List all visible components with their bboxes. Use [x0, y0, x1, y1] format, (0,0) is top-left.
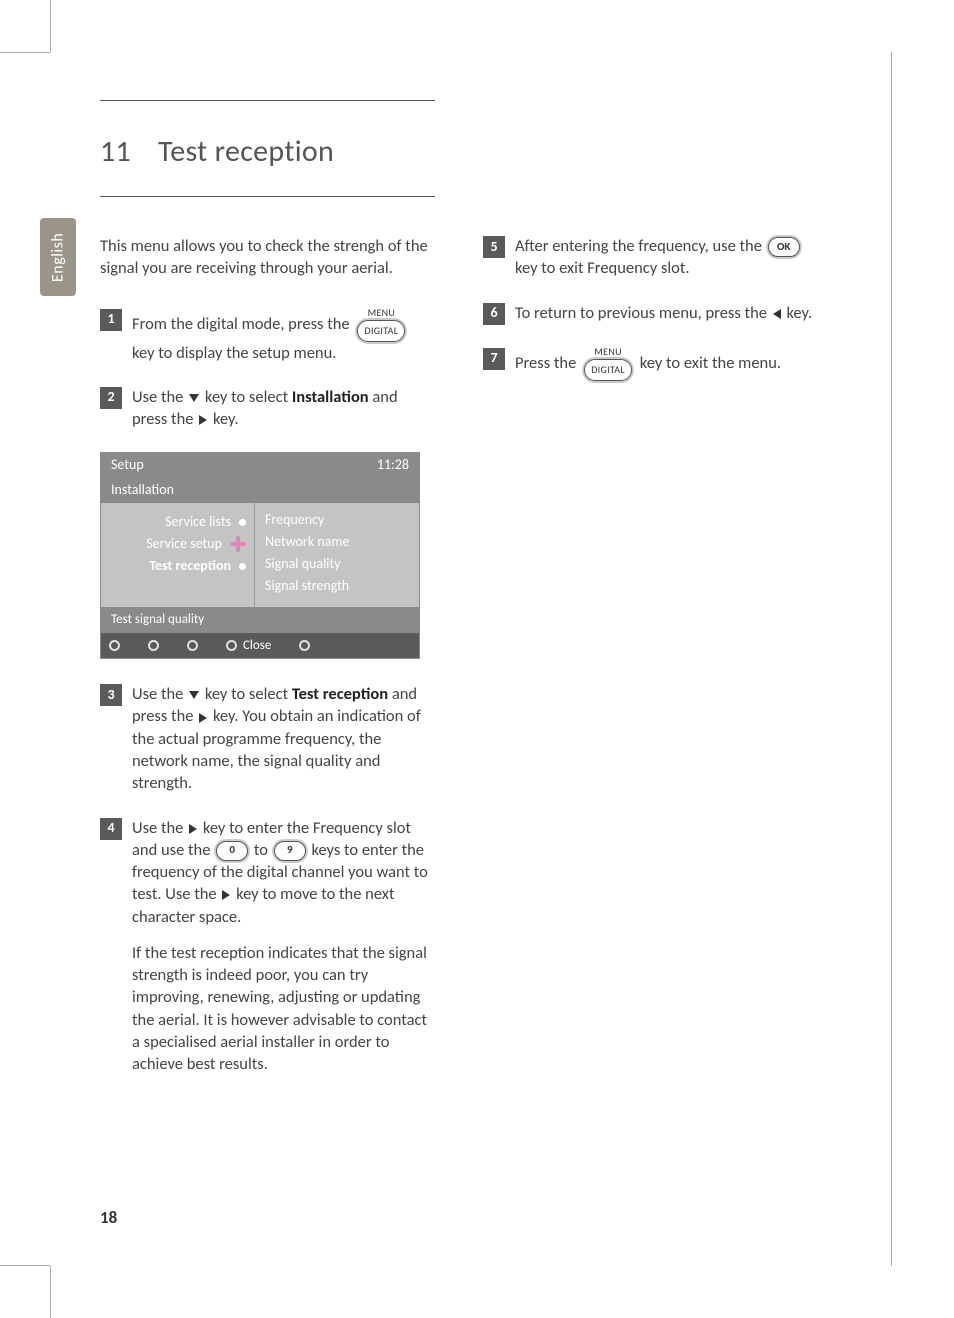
color-button-icon: [187, 640, 198, 651]
osd-right-pane: Frequency Network name Signal quality Si…: [255, 503, 419, 607]
color-button-icon: [226, 640, 237, 651]
step-text: Use the: [132, 684, 183, 704]
osd-time: 11:28: [377, 456, 409, 475]
right-arrow-icon: [199, 415, 207, 425]
number-key-icon: 9: [274, 841, 306, 861]
step-number-icon: 7: [483, 348, 505, 370]
step-number-icon: 3: [100, 684, 122, 706]
osd-field: Frequency: [265, 511, 409, 533]
step-text: key to select: [205, 387, 288, 407]
osd-close-label: Close: [243, 637, 271, 655]
step-number-icon: 4: [100, 818, 122, 840]
step-3: 3 Use the key to select Test reception a…: [100, 683, 435, 794]
intro-text: This menu allows you to check the streng…: [100, 235, 435, 280]
osd-left-pane: Service lists Service setup Test recepti…: [101, 503, 255, 607]
osd-field: Signal strength: [265, 577, 409, 599]
step-7: 7 Press the MENU DIGITAL key to exit the…: [483, 347, 818, 381]
rule-top: [100, 100, 435, 101]
color-button-icon: [148, 640, 159, 651]
crop-mark: [50, 0, 51, 52]
bullet-icon: [239, 563, 246, 570]
osd-titlebar: Setup 11:28: [101, 453, 419, 478]
osd-field: Network name: [265, 533, 409, 555]
step-text: Use the: [132, 818, 183, 838]
osd-screenshot: Setup 11:28 Installation Service lists S…: [100, 452, 420, 659]
step-4: 4 Use the key to enter the Frequency slo…: [100, 817, 435, 1076]
step-text: to: [254, 840, 268, 860]
down-arrow-icon: [189, 691, 199, 699]
step-text: key to exit the menu.: [640, 352, 781, 372]
digital-menu-key-icon: MENU DIGITAL: [357, 308, 405, 342]
nav-cross-icon: [230, 536, 246, 552]
osd-item-selected: Test reception: [149, 557, 231, 576]
crop-mark: [50, 1266, 51, 1318]
digital-menu-key-icon: MENU DIGITAL: [584, 347, 632, 381]
ok-key-icon: OK: [768, 237, 800, 257]
section-number: 11: [100, 133, 158, 170]
number-key-icon: 0: [216, 841, 248, 861]
osd-title: Setup: [111, 456, 144, 475]
step-number-icon: 2: [100, 387, 122, 409]
color-button-icon: [109, 640, 120, 651]
osd-item: Service lists: [165, 513, 231, 532]
osd-subtitle: Installation: [101, 478, 419, 503]
right-arrow-icon: [222, 890, 230, 900]
step-text: From the digital mode, press the: [132, 313, 350, 333]
right-arrow-icon: [189, 824, 197, 834]
step-note: If the test reception indicates that the…: [132, 942, 435, 1076]
crop-mark: [891, 52, 892, 1266]
osd-item: Service setup: [146, 535, 222, 554]
osd-hint: Test signal quality: [101, 607, 419, 633]
page-content: 11Test reception This menu allows you to…: [100, 100, 864, 1097]
page-number: 18: [100, 1207, 117, 1228]
step-number-icon: 5: [483, 236, 505, 258]
section-heading: 11Test reception: [100, 133, 864, 170]
column-right: 5 After entering the frequency, use the …: [483, 235, 818, 1097]
step-5: 5 After entering the frequency, use the …: [483, 235, 818, 280]
step-text: Use the: [132, 387, 183, 407]
step-text: key to display the setup menu.: [132, 343, 336, 363]
step-2: 2 Use the key to select Installation and…: [100, 386, 435, 431]
left-arrow-icon: [773, 309, 781, 319]
step-text: To return to previous menu, press the: [515, 303, 767, 323]
right-arrow-icon: [199, 713, 207, 723]
step-text: key to exit Frequency slot.: [515, 258, 690, 278]
step-text: key.: [786, 303, 812, 323]
crop-mark: [0, 52, 50, 53]
color-button-icon: [299, 640, 310, 651]
step-number-icon: 6: [483, 303, 505, 325]
step-6: 6 To return to previous menu, press the …: [483, 302, 818, 325]
step-text: After entering the frequency, use the: [515, 236, 762, 256]
rule-bottom: [100, 196, 435, 197]
step-text: key.: [213, 409, 239, 429]
language-tab: English: [40, 218, 76, 296]
osd-field: Signal quality: [265, 555, 409, 577]
step-text: key to select: [205, 684, 288, 704]
column-left: This menu allows you to check the streng…: [100, 235, 435, 1097]
section-title: Test reception: [158, 133, 334, 170]
osd-button-bar: Close: [101, 633, 419, 659]
bullet-icon: [239, 519, 246, 526]
step-text: Press the: [515, 352, 576, 372]
step-number-icon: 1: [100, 309, 122, 331]
crop-mark: [0, 1265, 50, 1266]
step-1: 1 From the digital mode, press the MENU …: [100, 308, 435, 364]
step-bold: Test reception: [292, 684, 388, 704]
step-bold: Installation: [292, 387, 369, 407]
down-arrow-icon: [189, 394, 199, 402]
